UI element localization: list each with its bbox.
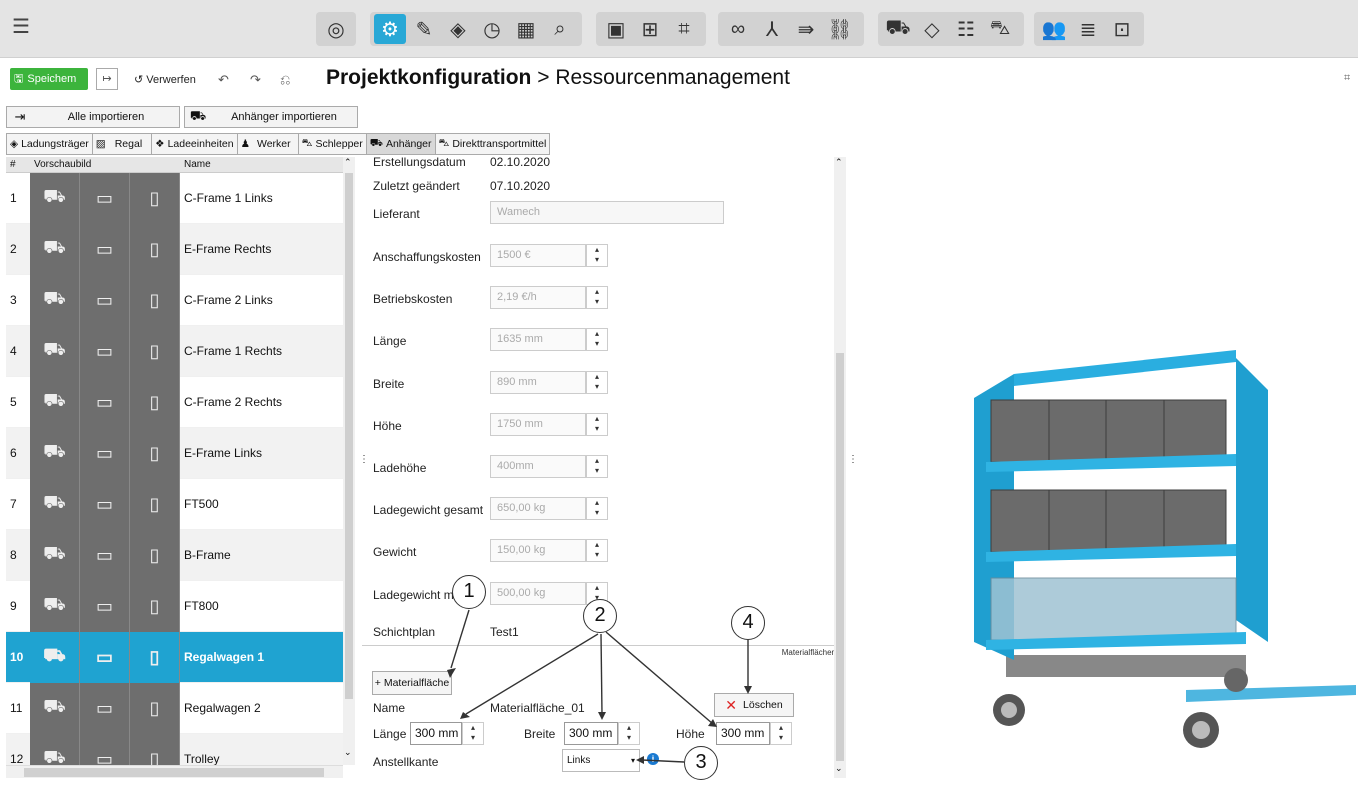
callout-3: 3 — [684, 746, 718, 780]
frame-top — [1014, 350, 1236, 386]
frame-right — [1236, 358, 1268, 642]
box-row-top — [990, 399, 1227, 463]
trolley-base — [1006, 655, 1246, 677]
callout-1: 1 — [452, 575, 486, 609]
wheel-icon — [1224, 668, 1248, 692]
tow-bar — [1186, 685, 1356, 702]
wheel-hub — [1001, 702, 1017, 718]
box-row-bottom — [990, 577, 1237, 641]
callout-4: 4 — [731, 606, 765, 640]
callout-2: 2 — [583, 599, 617, 633]
wheel-hub — [1192, 721, 1210, 739]
shelf-trolley-model — [974, 350, 1356, 748]
box-row-middle — [990, 489, 1227, 553]
3d-viewer[interactable] — [856, 150, 1358, 782]
